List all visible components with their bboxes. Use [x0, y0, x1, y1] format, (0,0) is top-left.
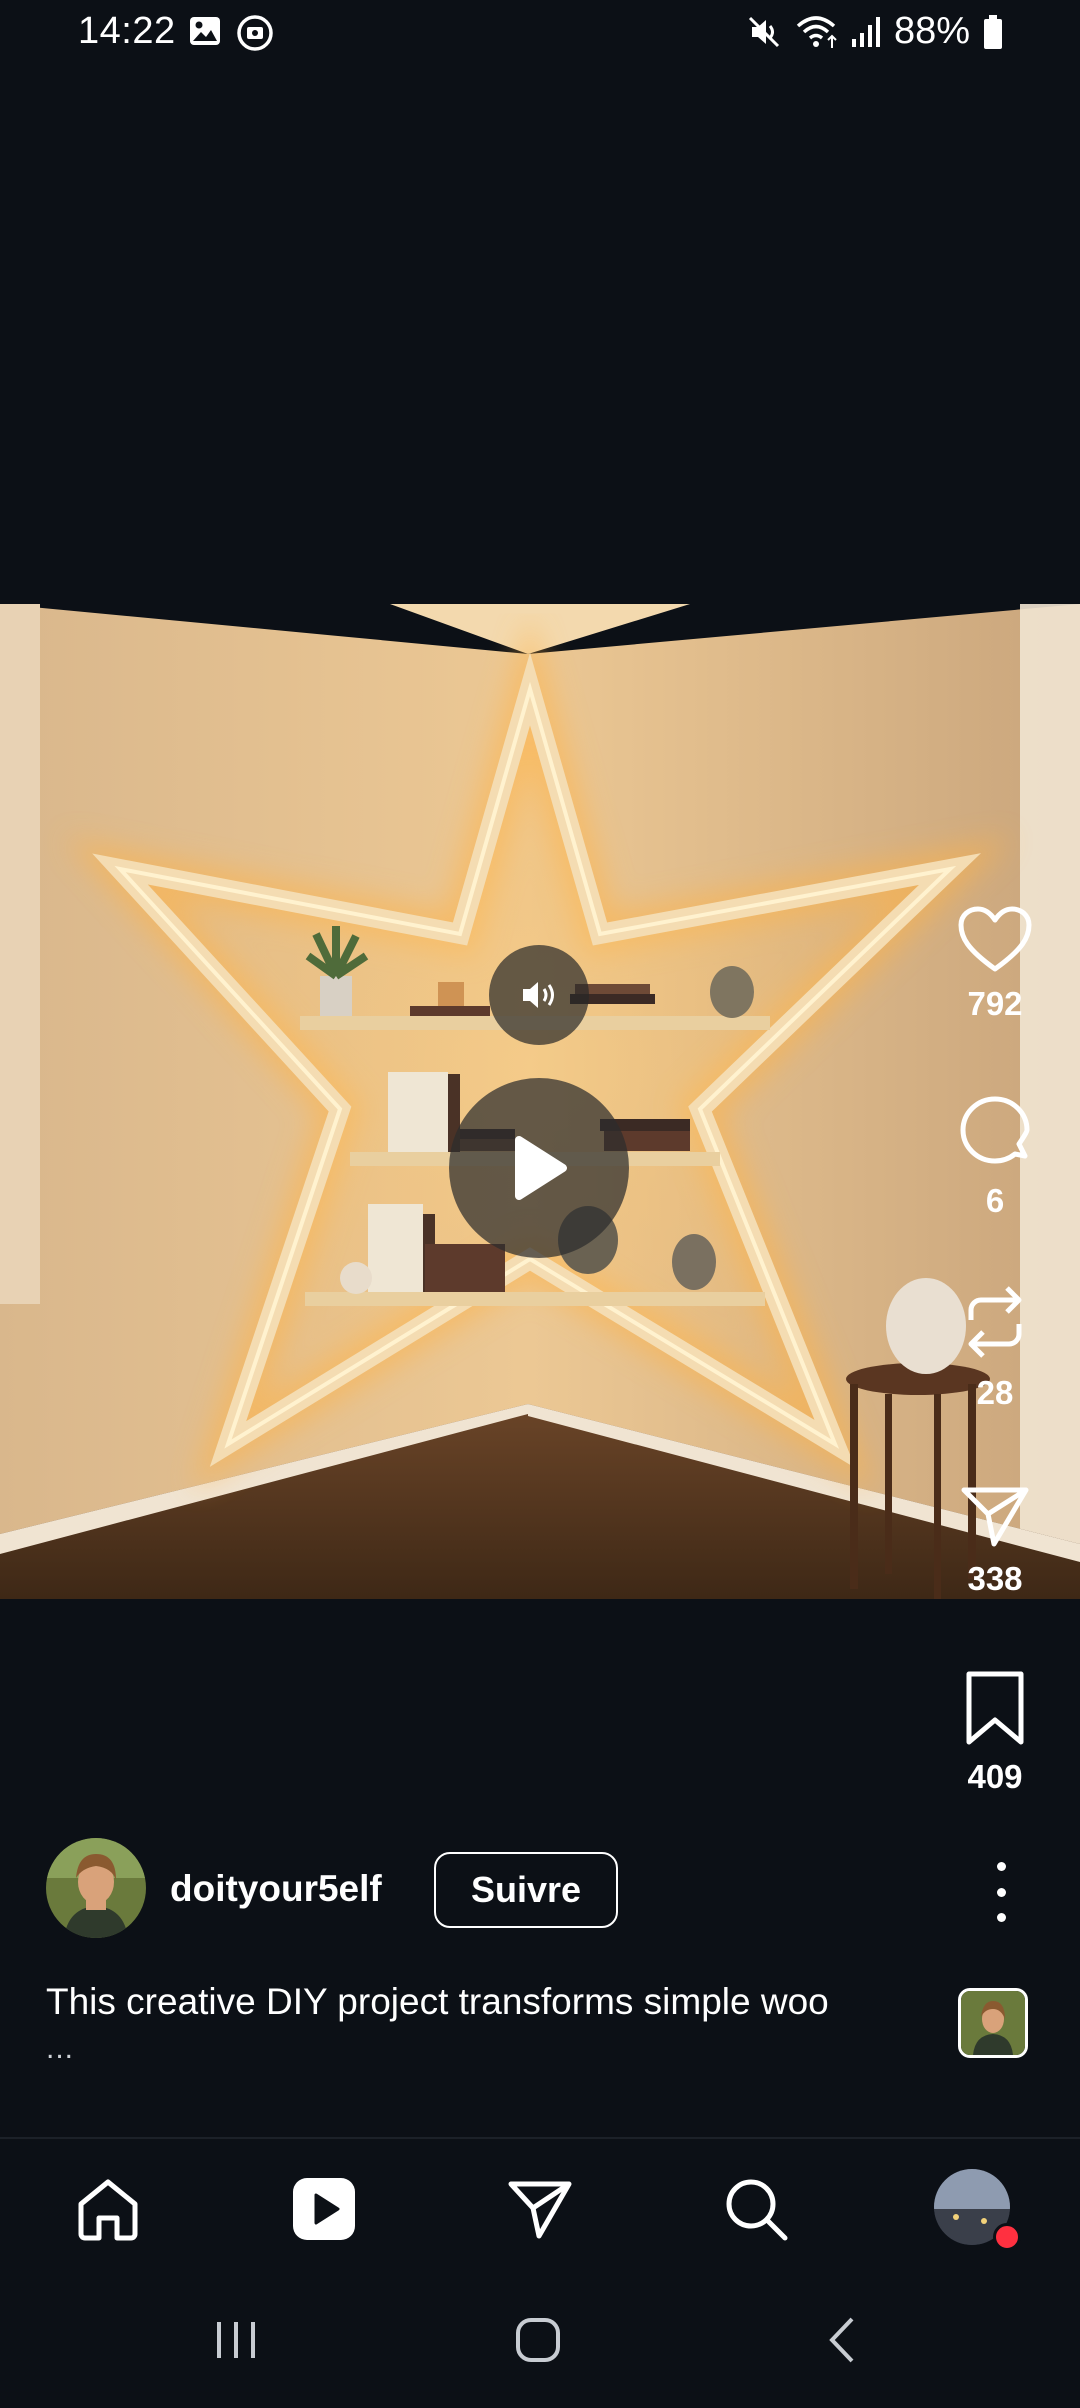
search-icon — [726, 2179, 788, 2241]
play-icon — [515, 1136, 567, 1200]
like-count: 792 — [967, 985, 1023, 1022]
comment-count: 6 — [985, 1182, 1005, 1219]
sound-toggle-button[interactable] — [489, 945, 589, 1045]
play-button[interactable] — [449, 1078, 629, 1258]
more-options-button[interactable] — [976, 1862, 1026, 1922]
gallery-icon — [188, 14, 222, 52]
more-dot — [996, 1862, 1006, 1871]
bottom-nav — [0, 2139, 1080, 2274]
nav-reels[interactable] — [284, 2169, 364, 2249]
home-system-button[interactable] — [498, 2310, 578, 2370]
back-icon — [829, 2317, 854, 2363]
status-left-icons — [188, 14, 274, 52]
comment-icon — [960, 1096, 1030, 1164]
sound-icon — [523, 982, 554, 1008]
screen-record-icon — [236, 14, 274, 52]
reel-video[interactable] — [0, 604, 1080, 1599]
repost-icon — [968, 1286, 1022, 1358]
system-nav-bar — [0, 2274, 1080, 2408]
status-time: 14:22 — [78, 10, 176, 52]
repost-action[interactable]: 28 — [940, 1282, 1050, 1412]
caption-more[interactable]: ... — [46, 2032, 74, 2066]
repost-count: 28 — [976, 1374, 1014, 1411]
share-count: 338 — [967, 1560, 1023, 1597]
home-icon — [78, 2179, 138, 2241]
heart-icon — [958, 906, 1032, 972]
nav-messages[interactable] — [500, 2169, 580, 2249]
signal-icon — [850, 15, 882, 49]
save-action[interactable]: 409 — [940, 1670, 1050, 1796]
share-action[interactable]: 338 — [940, 1484, 1050, 1598]
follow-button[interactable]: Suivre — [434, 1852, 618, 1928]
send-icon — [961, 1487, 1029, 1547]
home-circle-icon — [516, 2318, 560, 2362]
more-dot — [996, 1913, 1006, 1922]
author-row: doityour5elf Suivre — [46, 1838, 1046, 1942]
author-avatar[interactable] — [46, 1838, 146, 1938]
nav-search[interactable] — [716, 2169, 796, 2249]
bookmark-icon — [966, 1671, 1024, 1745]
caption-text[interactable]: This creative DIY project transforms sim… — [46, 1978, 926, 2026]
battery-percent: 88% — [893, 10, 970, 52]
reels-icon — [293, 2178, 355, 2240]
more-dot — [996, 1887, 1006, 1897]
mute-icon — [746, 14, 782, 50]
messages-icon — [508, 2181, 572, 2239]
back-button[interactable] — [802, 2310, 882, 2370]
save-count: 409 — [967, 1758, 1023, 1795]
battery-icon — [982, 14, 1004, 50]
recents-button[interactable] — [196, 2310, 276, 2370]
notification-dot — [993, 2223, 1021, 2251]
like-action[interactable]: 792 — [940, 905, 1050, 1023]
comment-action[interactable]: 6 — [940, 1094, 1050, 1220]
wifi-icon — [794, 14, 838, 50]
author-username[interactable]: doityour5elf — [170, 1868, 382, 1910]
status-right-icons: 88% — [746, 10, 1004, 53]
nav-home[interactable] — [68, 2169, 148, 2249]
reels-screen: 14:22 88% 792 6 28 338 409 doityour5elf … — [0, 0, 1080, 2408]
audio-thumbnail[interactable] — [958, 1988, 1028, 2058]
recents-icon — [217, 2322, 255, 2358]
status-bar: 14:22 88% — [0, 0, 1080, 64]
